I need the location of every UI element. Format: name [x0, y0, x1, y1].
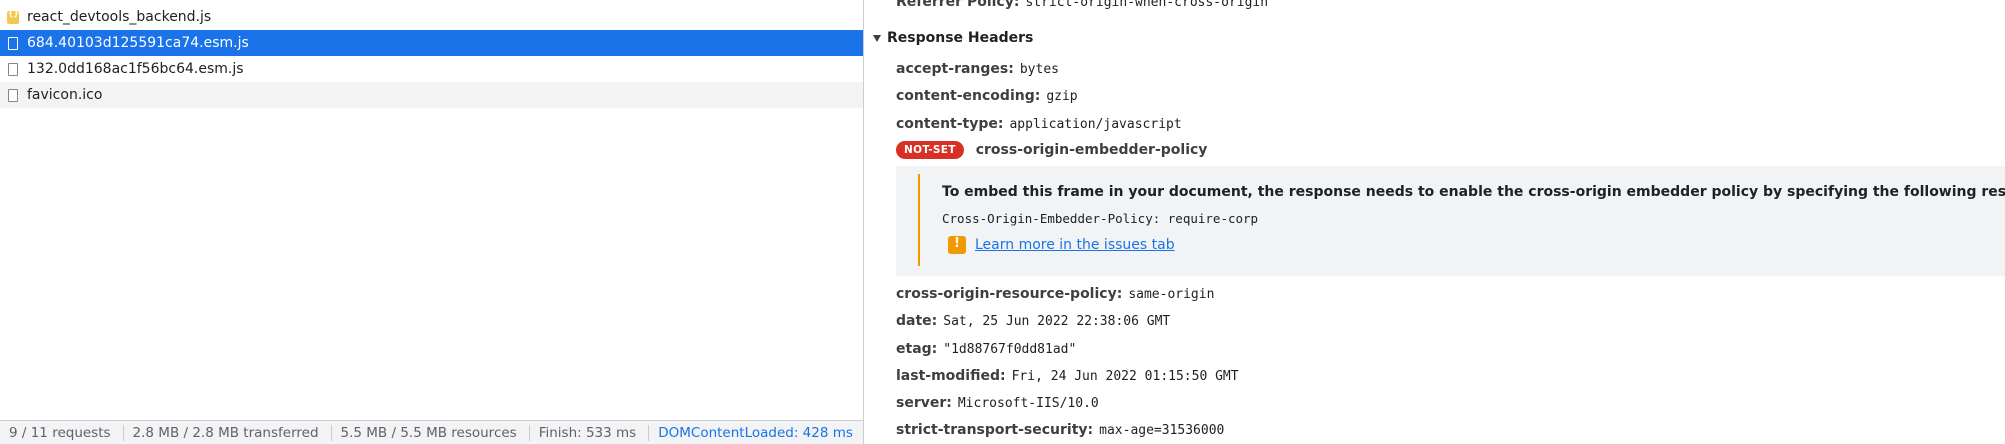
- section-title: Response Headers: [887, 30, 1034, 46]
- warning-issue-icon: [948, 236, 966, 254]
- request-name: 684.40103d125591ca74.esm.js: [27, 35, 249, 51]
- js-file-icon: [7, 9, 19, 24]
- warning-accent-bar: [918, 174, 920, 266]
- header-name: Referrer Policy:: [896, 0, 1020, 10]
- file-icon: [8, 88, 18, 102]
- response-headers-section-toggle[interactable]: Response Headers: [873, 30, 1033, 46]
- header-value: Microsoft-IIS/10.0: [957, 396, 1099, 411]
- header-row-content-type: content-type: application/javascript: [896, 116, 1182, 132]
- triangle-down-icon: [873, 34, 881, 42]
- header-name: last-modified:: [896, 368, 1006, 384]
- coep-required-header: Cross-Origin-Embedder-Policy: require-co…: [942, 211, 1259, 226]
- network-request-list: react_devtools_backend.js 684.40103d1255…: [0, 0, 864, 444]
- header-value: Sat, 25 Jun 2022 22:38:06 GMT: [943, 314, 1171, 329]
- header-row-date: date: Sat, 25 Jun 2022 22:38:06 GMT: [896, 313, 1170, 329]
- request-row-132-esm-js[interactable]: 132.0dd168ac1f56bc64.esm.js: [0, 56, 863, 82]
- request-row-favicon[interactable]: favicon.ico: [0, 82, 863, 108]
- request-count: 9 / 11 requests: [0, 425, 124, 441]
- header-name: strict-transport-security:: [896, 422, 1094, 438]
- header-name: cross-origin-resource-policy:: [896, 286, 1123, 302]
- coep-explanation: To embed this frame in your document, th…: [942, 184, 2005, 200]
- header-name: accept-ranges:: [896, 61, 1014, 77]
- header-value: "1d88767f0dd81ad": [943, 342, 1077, 357]
- header-value: strict-origin-when-cross-origin: [1025, 0, 1269, 10]
- header-name: date:: [896, 313, 938, 329]
- header-row-strict-transport-security: strict-transport-security: max-age=31536…: [896, 422, 1224, 438]
- header-row-cross-origin-embedder-policy: NOT-SET cross-origin-embedder-policy: [896, 141, 1207, 159]
- file-icon: [8, 36, 18, 50]
- network-summary-bar: 9 / 11 requests 2.8 MB / 2.8 MB transfer…: [0, 420, 863, 444]
- header-value: Fri, 24 Jun 2022 01:15:50 GMT: [1011, 369, 1239, 384]
- header-value: application/javascript: [1009, 117, 1182, 132]
- header-name: server:: [896, 395, 952, 411]
- header-row-accept-ranges: accept-ranges: bytes: [896, 61, 1059, 77]
- file-icon: [8, 62, 18, 76]
- header-value: same-origin: [1128, 287, 1215, 302]
- request-name: react_devtools_backend.js: [27, 9, 212, 25]
- referrer-policy-row: Referrer Policy: strict-origin-when-cros…: [896, 0, 1268, 10]
- header-value: gzip: [1046, 89, 1078, 104]
- resources-size: 5.5 MB / 5.5 MB resources: [332, 425, 530, 441]
- headers-panel: Referrer Policy: strict-origin-when-cros…: [864, 0, 2005, 444]
- header-row-server: server: Microsoft-IIS/10.0: [896, 395, 1099, 411]
- header-name: content-encoding:: [896, 88, 1041, 104]
- request-row-684-esm-js[interactable]: 684.40103d125591ca74.esm.js: [0, 30, 863, 56]
- not-set-badge: NOT-SET: [896, 141, 964, 159]
- header-value: bytes: [1019, 62, 1059, 77]
- coep-details-box: To embed this frame in your document, th…: [896, 166, 2005, 276]
- request-name: favicon.ico: [27, 87, 103, 103]
- header-name: etag:: [896, 341, 938, 357]
- header-name: content-type:: [896, 116, 1004, 132]
- learn-more-issues-link[interactable]: Learn more in the issues tab: [975, 237, 1175, 253]
- finish-time: Finish: 533 ms: [530, 425, 650, 441]
- transferred-size: 2.8 MB / 2.8 MB transferred: [124, 425, 332, 441]
- request-row-react-devtools-backend[interactable]: react_devtools_backend.js: [0, 4, 863, 30]
- dom-content-loaded-time: DOMContentLoaded: 428 ms: [658, 425, 853, 441]
- header-row-etag: etag: "1d88767f0dd81ad": [896, 341, 1076, 357]
- header-row-content-encoding: content-encoding: gzip: [896, 88, 1078, 104]
- header-row-last-modified: last-modified: Fri, 24 Jun 2022 01:15:50…: [896, 368, 1239, 384]
- request-name: 132.0dd168ac1f56bc64.esm.js: [27, 61, 244, 77]
- header-name: cross-origin-embedder-policy: [975, 142, 1208, 158]
- header-row-cross-origin-resource-policy: cross-origin-resource-policy: same-origi…: [896, 286, 1214, 302]
- issues-link-row: Learn more in the issues tab: [948, 236, 1175, 254]
- header-value: max-age=31536000: [1099, 423, 1225, 438]
